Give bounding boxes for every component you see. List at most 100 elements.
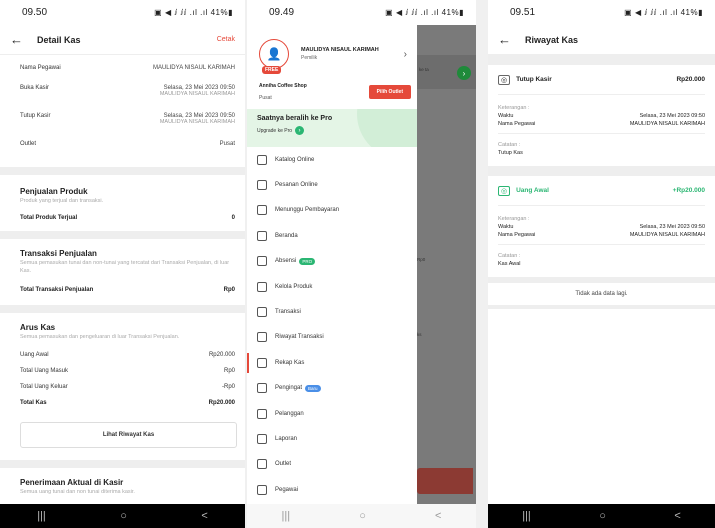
active-indicator	[247, 353, 249, 373]
upgrade-link[interactable]: Upgrade ke Pro	[257, 128, 292, 134]
arus-value: Rp20.000	[208, 399, 235, 406]
home-button[interactable]: ○	[599, 510, 606, 522]
back-button[interactable]: <	[674, 510, 680, 522]
status-icons: ▣ ◀ ⅈ ⅈⅈ .ıl .ıl 41%▮	[385, 8, 464, 17]
section-desc: Semua pemasukan tunai dan non-tunai yang…	[20, 260, 230, 274]
menu-item[interactable]: Pegawai	[247, 477, 417, 502]
menu-item[interactable]: Beranda	[247, 223, 417, 248]
info-value: Pusat	[219, 141, 235, 147]
system-nav-bar: ||| ○ <	[247, 504, 476, 528]
menu-item-label: Pengingat	[275, 385, 303, 392]
menu-item[interactable]: Rekap Kas	[247, 350, 417, 375]
section-title: Arus Kas	[20, 323, 56, 333]
home-button[interactable]: ○	[120, 510, 127, 522]
recents-button[interactable]: |||	[522, 510, 531, 522]
profile-role: Pemilik	[301, 55, 318, 61]
overlay-button	[417, 468, 473, 494]
menu-item[interactable]: Pengingat Baru	[247, 376, 417, 401]
menu-item[interactable]: Riwayat Transaksi	[247, 325, 417, 350]
menu-item-label: Beranda	[275, 232, 298, 239]
transaksi-section: Transaksi Penjualan Semua pemasukan tuna…	[0, 239, 245, 293]
background-overlay[interactable]: ke ta › Rp0 ks	[417, 25, 476, 504]
system-nav-bar: ||| ○ <	[488, 504, 715, 528]
info-row: Tutup Kasir Selasa, 23 Mei 2023 09:50 MAU…	[0, 113, 245, 141]
total-value: 0	[231, 215, 235, 222]
menu-item-label: Absensi	[275, 258, 297, 265]
total-label: Total Transaksi Penjualan	[20, 287, 94, 294]
divider	[0, 459, 245, 468]
receipt-icon	[257, 307, 267, 318]
info-section: Nama Pegawai MAULIDYA NISAUL KARIMAH Buk…	[0, 55, 245, 163]
menu-item[interactable]: Katalog Online	[247, 147, 417, 172]
report-icon	[257, 433, 267, 444]
select-outlet-button[interactable]: Pilih Outlet	[368, 85, 411, 99]
home-button[interactable]: ○	[359, 510, 366, 522]
menu-item[interactable]: Menunggu Pembayaran	[247, 198, 417, 223]
arus-label: Total Uang Masuk	[20, 367, 69, 374]
recents-button[interactable]: |||	[282, 510, 291, 522]
bag-icon	[257, 180, 267, 191]
menu-item-label: Pelanggan	[275, 410, 304, 417]
box-icon	[257, 281, 267, 292]
menu-item[interactable]: Absensi PRO	[247, 249, 417, 274]
menu-item-label: Menunggu Pembayaran	[275, 207, 340, 214]
arus-kas-section: Arus Kas Semua pemasukan dan pengeluaran…	[0, 313, 245, 448]
avatar: 👤 FREE	[259, 39, 289, 74]
menu-item-label: Pegawai	[275, 486, 299, 493]
menu-item-label: Rekap Kas	[275, 359, 305, 366]
menu-item-label: Kelola Produk	[275, 283, 313, 290]
menu-item[interactable]: Pesanan Online	[247, 172, 417, 197]
print-button[interactable]: Cetak	[217, 36, 235, 43]
menu-item[interactable]: Outlet	[247, 452, 417, 477]
sitemap-icon	[257, 154, 267, 165]
back-arrow-icon[interactable]: ←	[498, 32, 511, 47]
cash-icon: ◎	[498, 74, 511, 85]
back-button[interactable]: <	[435, 510, 441, 522]
total-row: Total Produk Terjual 0	[0, 215, 245, 221]
arus-value: -Rp0	[221, 383, 235, 390]
status-bar: 09.51 ▣ ◀ ⅈ ⅈⅈ .ıl .ıl 41%▮	[488, 0, 715, 25]
section-desc: Semua uang tunai dan non tunai diterima …	[20, 488, 135, 495]
app-bar: ← Detail Kas Cetak	[0, 25, 245, 55]
bell-icon	[257, 383, 267, 394]
penerimaan-section: Penerimaan Aktual di Kasir Semua uang tu…	[0, 468, 245, 496]
menu-item-label: Outlet	[275, 461, 292, 468]
menu-item-label: Riwayat Transaksi	[275, 334, 324, 341]
arrow-right-icon: ›	[295, 126, 305, 135]
back-arrow-icon[interactable]: ←	[10, 32, 23, 47]
keterangan-label: Keterangan :	[498, 216, 530, 222]
arus-row: Total Kas Rp20.000	[0, 400, 245, 416]
arus-row: Total Uang Masuk Rp0	[0, 368, 245, 384]
end-of-list-text: Tidak ada data lagi.	[488, 283, 715, 309]
status-bar: 09.50 ▣ ◀ ⅈ ⅈⅈ .ıl .ıl 41%▮	[0, 0, 245, 25]
riwayat-kas-screen: 09.51 ▣ ◀ ⅈ ⅈⅈ .ıl .ıl 41%▮ ← Riwayat Ka…	[488, 0, 715, 528]
status-time: 09.51	[510, 7, 536, 18]
profile-header[interactable]: 👤 FREE MAULIDYA NISAUL KARIMAH Pemilik ›	[247, 25, 417, 74]
section-title: Penerimaan Aktual di Kasir	[20, 477, 124, 487]
history-entry[interactable]: ◎ Uang Awal +Rp20.000 Keterangan : Waktu…	[488, 176, 715, 277]
wallet-icon	[257, 205, 267, 216]
divider	[0, 167, 245, 175]
chevron-right-icon: ›	[403, 48, 407, 60]
arus-value: Rp0	[223, 367, 235, 374]
menu-item-label: Katalog Online	[275, 156, 315, 163]
overlay-text: ks	[417, 332, 422, 337]
history-entry[interactable]: ◎ Tutup Kasir Rp20.000 Keterangan : Wakt…	[488, 65, 715, 166]
upgrade-banner[interactable]: Saatnya beralih ke Pro Upgrade ke Pro ›	[247, 109, 417, 147]
riwayat-kas-button[interactable]: Lihat Riwayat Kas	[20, 421, 237, 448]
menu-item-label: Transaksi	[275, 309, 301, 316]
back-button[interactable]: <	[201, 510, 207, 522]
info-value: MAULIDYA NISAUL KARIMAH	[152, 65, 235, 71]
menu-item[interactable]: Pelanggan	[247, 401, 417, 426]
info-label: Nama Pegawai	[20, 65, 61, 71]
recents-button[interactable]: |||	[37, 510, 46, 522]
menu-item[interactable]: Kelola Produk	[247, 274, 417, 299]
overlay-text: Rp0	[417, 257, 426, 262]
search-doc-icon	[257, 332, 267, 343]
status-bar: 09.49 ▣ ◀ ⅈ ⅈⅈ .ıl .ıl 41%▮	[247, 0, 476, 25]
outlet-name: Pusat	[259, 95, 272, 101]
home-icon	[257, 230, 267, 241]
menu-item[interactable]: Laporan	[247, 426, 417, 451]
menu-item[interactable]: Transaksi	[247, 299, 417, 324]
section-desc: Semua pemasukan dan pengeluaran di luar …	[20, 334, 180, 341]
